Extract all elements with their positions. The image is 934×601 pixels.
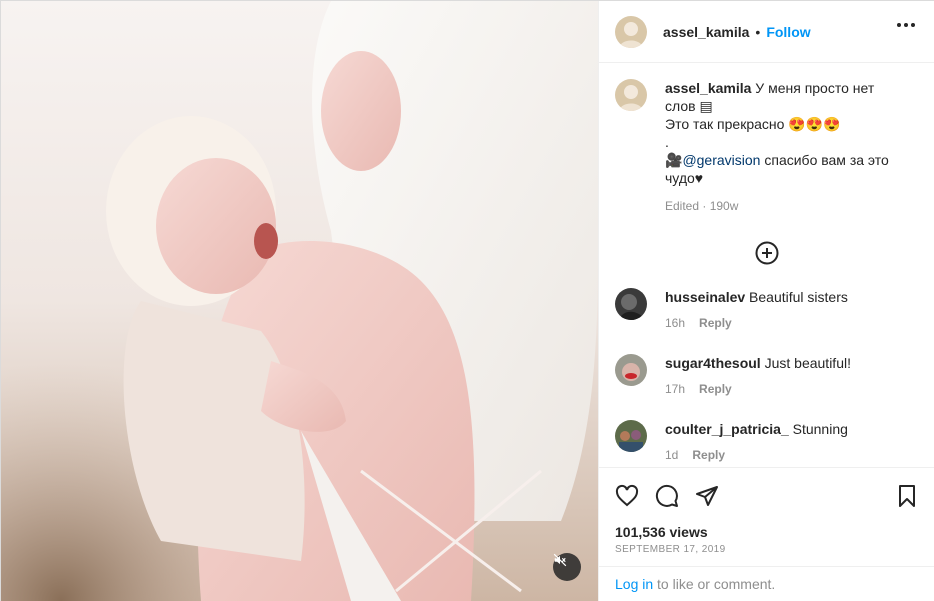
avatar[interactable] [615,354,647,386]
action-bar [599,467,934,523]
comment-text: Just beautiful! [764,355,851,371]
comment-row: husseinalev Beautiful sisters 16h Reply [615,288,848,332]
caption-line-2: Это так прекрасно 😍😍😍 [665,116,841,132]
post-header: assel_kamila • Follow [599,1,934,63]
comment-row: sugar4thesoul Just beautiful! 17h Reply [615,354,851,398]
profile-picture [615,15,647,48]
comment-icon[interactable] [655,484,679,508]
reply-button[interactable]: Reply [699,380,732,398]
more-options-icon[interactable] [897,23,915,27]
bookmark-icon[interactable] [895,484,919,508]
instagram-post-window: assel_kamila • Follow assel_kamila У мен… [0,0,934,601]
comment-time: 1d [665,448,679,462]
commenter-picture [615,420,647,452]
camera-emoji: 🎥 [665,152,683,168]
caption-username[interactable]: assel_kamila [665,80,751,96]
avatar[interactable] [615,79,647,111]
comments-section: assel_kamila У меня просто нет слов ▤ Эт… [599,63,934,467]
mention-link[interactable]: @geravision [682,152,760,168]
load-more-comments [615,241,919,265]
post-date: SEPTEMBER 17, 2019 [615,544,726,555]
paper-plane-icon[interactable] [695,484,719,508]
post-caption: assel_kamila У меня просто нет слов ▤ Эт… [615,79,919,215]
mute-button[interactable] [553,553,581,581]
comment-row: coulter_j_patricia_ Stunning 1d Reply [615,420,848,464]
avatar[interactable] [615,288,647,320]
commenter-picture [615,354,647,386]
caption-emoji-icon: ▤ [699,98,713,114]
comment-text: Stunning [792,421,848,437]
caption-line-3: . [665,134,669,150]
comment-time: 16h [665,316,686,330]
post-sidebar: assel_kamila • Follow assel_kamila У мен… [598,1,934,601]
login-prompt-text: to like or comment. [653,576,776,592]
follow-button[interactable]: Follow [766,24,810,40]
login-prompt: Log in to like or comment. [599,566,934,601]
commenter-picture [615,288,647,320]
post-video[interactable] [1,1,598,601]
caption-meta: Edited · 190w [665,199,739,213]
add-comment-icon[interactable] [755,241,779,265]
muted-speaker-icon [553,553,567,567]
heart-icon[interactable] [615,484,639,508]
reply-button[interactable]: Reply [692,446,725,464]
comment-time: 17h [665,382,686,396]
login-link[interactable]: Log in [615,576,653,592]
comment-username[interactable]: coulter_j_patricia_ [665,421,789,437]
profile-picture [615,79,647,111]
comment-text: Beautiful sisters [749,289,848,305]
comment-username[interactable]: sugar4thesoul [665,355,761,371]
comment-username[interactable]: husseinalev [665,289,745,305]
video-frame-illustration [1,1,598,601]
separator-dot: • [755,23,761,40]
view-count[interactable]: 101,536 views [615,524,708,540]
avatar[interactable] [615,15,647,48]
avatar[interactable] [615,420,647,452]
caption-text: assel_kamila У меня просто нет слов ▤ Эт… [665,79,905,215]
reply-button[interactable]: Reply [699,314,732,332]
header-username[interactable]: assel_kamila [663,24,749,40]
